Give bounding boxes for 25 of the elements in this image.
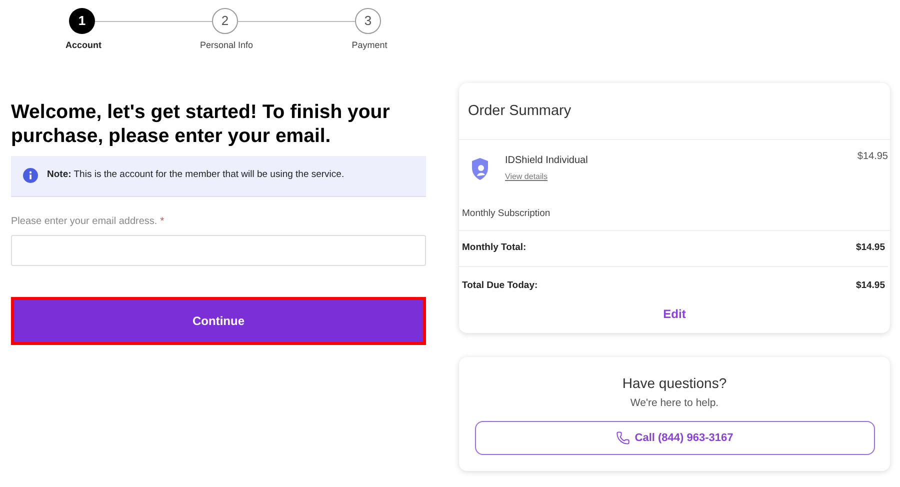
email-field[interactable]: [11, 234, 426, 266]
shield-icon: [471, 157, 489, 182]
note-text: Note: This is the account for the member that will be using the service.: [47, 168, 344, 182]
card-title: Order Summary: [459, 82, 890, 140]
subscription-label: Monthly Subscription: [459, 207, 890, 230]
product-name: IDShield Individual: [505, 154, 588, 168]
step-label: Personal Info: [200, 39, 254, 52]
step-label: Payment: [352, 39, 388, 52]
monthly-total-label: Monthly Total:: [462, 240, 526, 255]
continue-button[interactable]: Continue: [11, 296, 426, 344]
total-due-label: Total Due Today:: [462, 279, 538, 294]
help-title: Have questions?: [622, 374, 727, 393]
edit-link[interactable]: Edit: [663, 304, 686, 322]
phone-icon: [616, 431, 630, 446]
required-mark: *: [160, 214, 164, 228]
call-button[interactable]: Call (844) 963-3167: [474, 421, 874, 456]
field-label: Please enter your email address.: [11, 214, 158, 228]
help-subtitle: We're here to help.: [630, 396, 719, 410]
product-price: $14.95: [857, 150, 888, 164]
page-heading: Welcome, let's get started! To finish your purchase, please enter your email.: [11, 100, 391, 148]
monthly-total-value: $14.95: [856, 240, 885, 255]
view-details-link[interactable]: View details: [505, 171, 588, 184]
total-due-value: $14.95: [856, 279, 885, 294]
info-icon: [23, 168, 38, 183]
step-label: Account: [66, 39, 102, 52]
